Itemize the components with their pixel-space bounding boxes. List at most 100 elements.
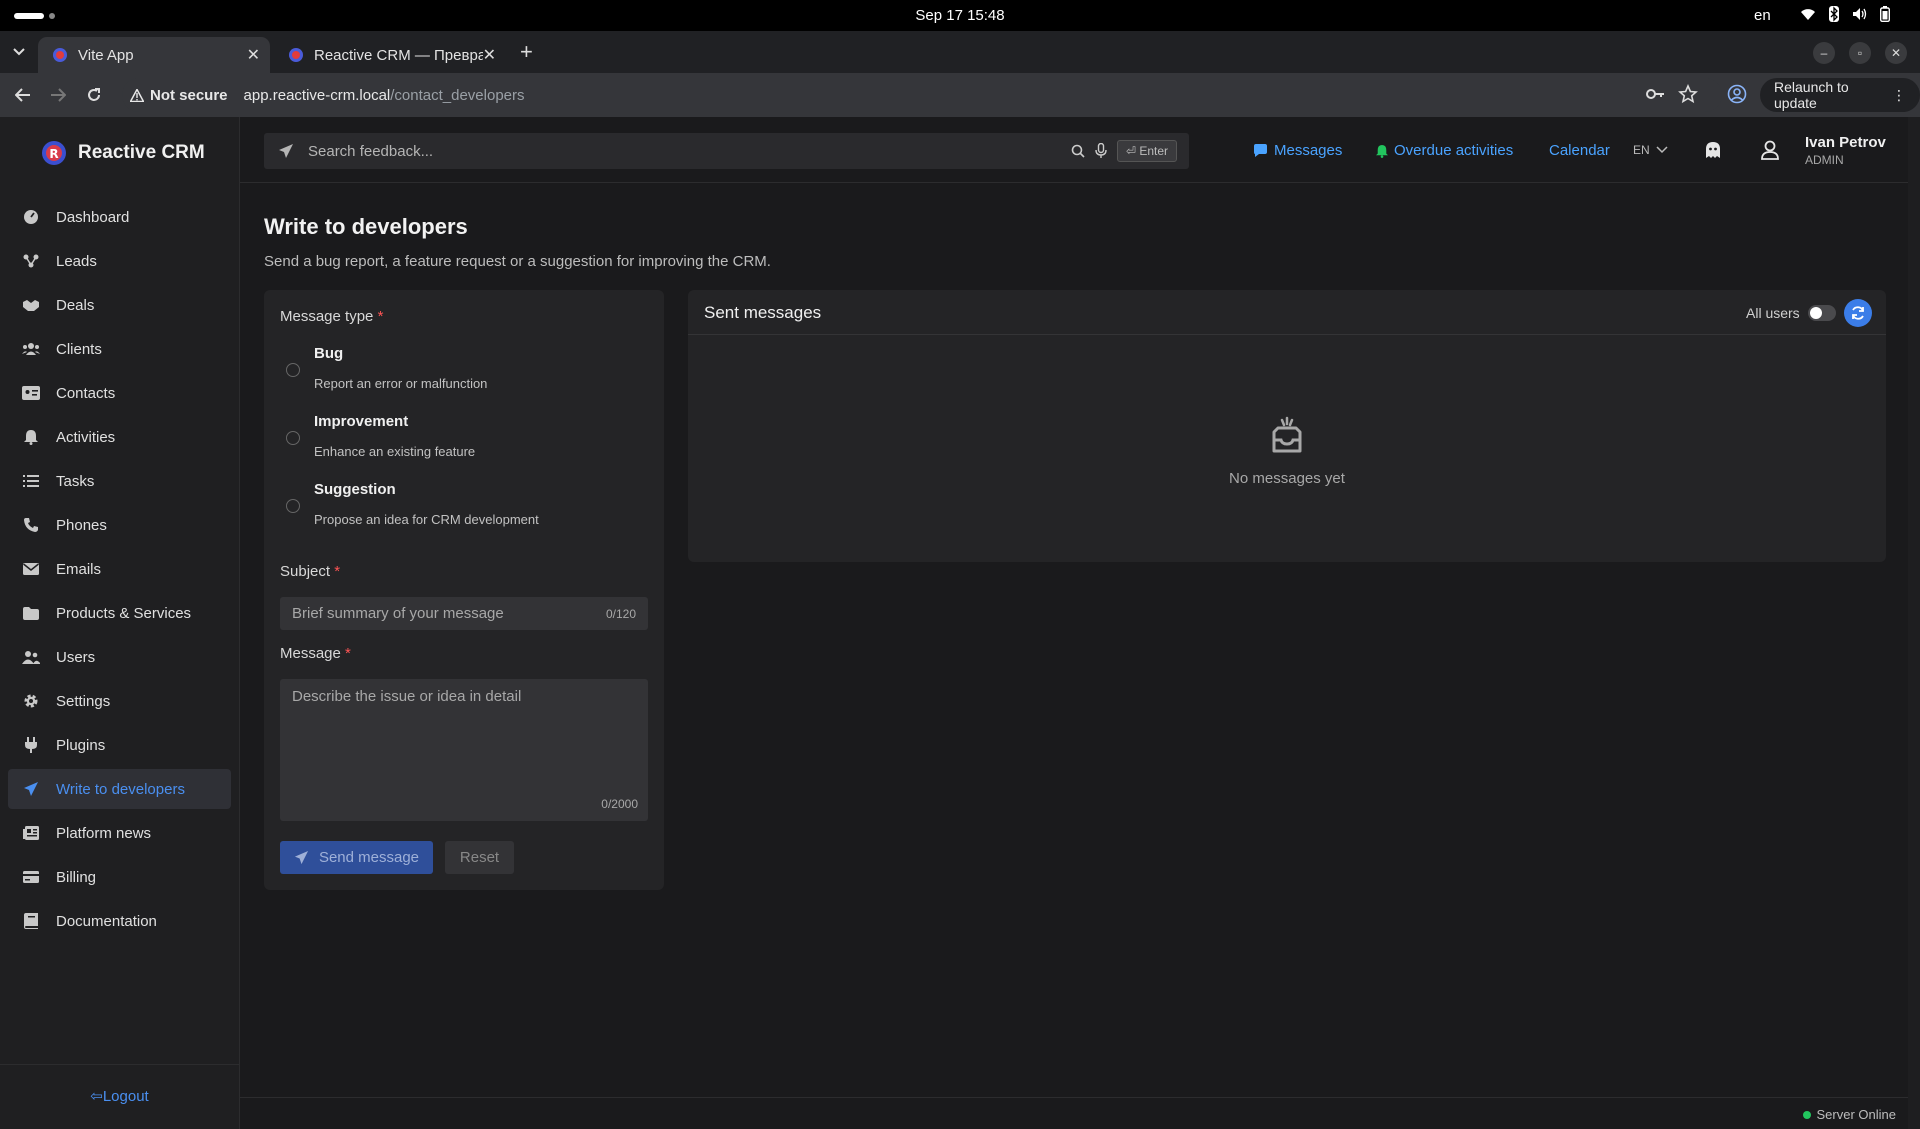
empty-state-text: No messages yet: [1229, 470, 1345, 487]
sent-messages-panel: Sent messages All users No messages yet: [688, 290, 1886, 562]
close-tab-icon[interactable]: ✕: [247, 45, 260, 65]
users-group-icon: [22, 340, 40, 358]
user-group-icon: [22, 648, 40, 666]
search-input[interactable]: Search feedback...: [308, 143, 1071, 160]
new-tab-button[interactable]: +: [520, 41, 533, 63]
sidebar-item-contacts[interactable]: Contacts: [8, 373, 231, 413]
user-avatar[interactable]: [1761, 140, 1779, 160]
user-name: Ivan Petrov: [1805, 134, 1886, 151]
logout-button[interactable]: ⇦Logout: [0, 1087, 239, 1105]
sidebar-item-deals[interactable]: Deals: [8, 285, 231, 325]
security-indicator[interactable]: Not secure: [130, 87, 228, 104]
sidebar-item-platform-news[interactable]: Platform news: [8, 813, 231, 853]
feedback-search[interactable]: Search feedback... ⏎ Enter: [264, 133, 1189, 169]
suggestion-radio[interactable]: [286, 499, 300, 513]
tab-search-button[interactable]: [8, 41, 30, 63]
user-icon: [1761, 140, 1779, 160]
sidebar-item-phones[interactable]: Phones: [8, 505, 231, 545]
sidebar-item-billing[interactable]: Billing: [8, 857, 231, 897]
overdue-activities-link[interactable]: Overdue activities: [1376, 142, 1513, 159]
message-label: Message *: [280, 645, 351, 662]
book-icon: [22, 912, 40, 930]
improvement-radio[interactable]: [286, 431, 300, 445]
sidebar-item-label: Platform news: [56, 824, 152, 842]
forward-button[interactable]: [47, 84, 69, 106]
sidebar-item-tasks[interactable]: Tasks: [8, 461, 231, 501]
password-key-button[interactable]: [1645, 84, 1665, 104]
chevron-down-icon: [1656, 146, 1668, 154]
message-textarea[interactable]: Describe the issue or idea in detail 0/2…: [280, 679, 648, 821]
wifi-icon: [1801, 9, 1815, 20]
sidebar-item-documentation[interactable]: Documentation: [8, 901, 231, 941]
paper-plane-icon: [22, 780, 40, 798]
browser-tab-strip: Vite App ✕ Reactive CRM — Превра ✕ + – ▫…: [0, 31, 1920, 73]
os-keyboard-language[interactable]: en: [1754, 7, 1771, 24]
sidebar-item-label: Contacts: [56, 384, 116, 402]
calendar-link[interactable]: Calendar: [1549, 142, 1610, 159]
bookmark-button[interactable]: [1678, 84, 1698, 104]
sidebar-item-leads[interactable]: Leads: [8, 241, 231, 281]
reset-button[interactable]: Reset: [445, 841, 514, 874]
language-select[interactable]: EN: [1633, 143, 1668, 157]
reload-button[interactable]: [83, 84, 105, 106]
page-title: Write to developers: [264, 214, 468, 239]
sidebar-item-label: Phones: [56, 516, 107, 534]
sidebar-item-label: Billing: [56, 868, 97, 886]
page-scrollbar[interactable]: [1908, 117, 1920, 1129]
type-option-improvement[interactable]: Improvement Enhance an existing feature: [280, 413, 650, 463]
subject-label: Subject *: [280, 563, 341, 580]
type-option-suggestion[interactable]: Suggestion Propose an idea for CRM devel…: [280, 481, 650, 531]
folder-icon: [22, 604, 40, 622]
subject-input[interactable]: Brief summary of your message 0/120: [280, 597, 648, 630]
id-card-icon: [22, 384, 40, 402]
sidebar-item-activities[interactable]: Activities: [8, 417, 231, 457]
all-users-toggle[interactable]: [1808, 305, 1836, 321]
brand[interactable]: R Reactive CRM: [40, 139, 205, 167]
maximize-button[interactable]: ▫: [1849, 42, 1871, 64]
sidebar-item-products[interactable]: Products & Services: [8, 593, 231, 633]
os-tray[interactable]: [1800, 6, 1890, 22]
search-icon[interactable]: [1071, 144, 1085, 158]
paper-plane-icon: [279, 144, 293, 158]
brand-name: Reactive CRM: [78, 142, 205, 163]
battery-icon: [1880, 6, 1890, 22]
ghost-icon: [1706, 142, 1720, 158]
bell-icon: [22, 428, 40, 446]
os-clock[interactable]: Sep 17 15:48: [0, 7, 1920, 24]
microphone-icon[interactable]: [1095, 143, 1107, 159]
sidebar-item-label: Tasks: [56, 472, 95, 490]
sidebar-item-users[interactable]: Users: [8, 637, 231, 677]
ghost-button[interactable]: [1705, 141, 1721, 159]
send-message-button[interactable]: Send message: [280, 841, 433, 874]
sidebar-item-emails[interactable]: Emails: [8, 549, 231, 589]
minimize-button[interactable]: –: [1813, 42, 1835, 64]
dashboard-icon: [22, 208, 40, 226]
sidebar-item-plugins[interactable]: Plugins: [8, 725, 231, 765]
browser-tab-reactive-crm[interactable]: Reactive CRM — Превра ✕: [274, 37, 506, 73]
user-info[interactable]: Ivan Petrov ADMIN: [1805, 134, 1886, 167]
close-tab-icon[interactable]: ✕: [483, 45, 496, 65]
address-bar[interactable]: Not secure app.reactive-crm.local/contac…: [122, 78, 1722, 112]
back-button[interactable]: [12, 84, 34, 106]
sidebar-item-write-to-developers[interactable]: Write to developers: [8, 769, 231, 809]
close-window-button[interactable]: ✕: [1885, 42, 1907, 64]
url-text[interactable]: app.reactive-crm.local/contact_developer…: [244, 87, 525, 104]
browser-tab-vite-app[interactable]: Vite App ✕: [38, 37, 270, 73]
sidebar-item-label: Deals: [56, 296, 95, 314]
star-icon: [1678, 84, 1698, 104]
all-users-label: All users: [1746, 305, 1800, 321]
type-option-bug[interactable]: Bug Report an error or malfunction: [280, 345, 650, 395]
enter-key-badge[interactable]: ⏎ Enter: [1116, 140, 1177, 162]
arrow-right-icon: [51, 88, 66, 102]
send-label: Send message: [318, 849, 420, 866]
relaunch-button[interactable]: Relaunch to update ⋮: [1760, 78, 1920, 112]
leads-icon: [22, 252, 40, 270]
refresh-button[interactable]: [1844, 299, 1872, 327]
language-value: EN: [1633, 143, 1650, 157]
profile-button[interactable]: [1727, 84, 1747, 104]
bug-radio[interactable]: [286, 363, 300, 377]
sidebar-item-clients[interactable]: Clients: [8, 329, 231, 369]
messages-link[interactable]: Messages: [1253, 142, 1342, 159]
sidebar-item-dashboard[interactable]: Dashboard: [8, 197, 231, 237]
sidebar-item-settings[interactable]: Settings: [8, 681, 231, 721]
